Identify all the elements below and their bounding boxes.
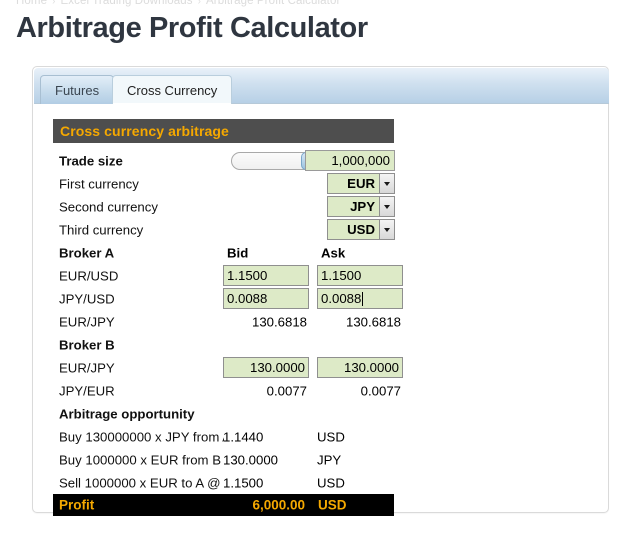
arbitrage-leg-3-label: Sell 1000000 x EUR to A @ — [59, 475, 221, 490]
page-title: Arbitrage Profit Calculator — [16, 12, 368, 44]
first-currency-label: First currency — [59, 176, 139, 191]
broker-a-eurjpy-bid-value: 130.6818 — [251, 314, 307, 329]
row-broker-a-header: Broker A Bid Ask — [53, 241, 394, 264]
arbitrage-leg-3-value: 1.1500 — [223, 475, 264, 490]
tab-futures[interactable]: Futures — [40, 75, 115, 104]
broker-a-eurusd-ask-value: 1.1500 — [321, 268, 362, 283]
broker-a-eurjpy-label: EUR/JPY — [59, 314, 115, 329]
row-arbitrage-leg-1: Buy 130000000 x JPY from A 1.1440 USD — [53, 425, 394, 448]
broker-b-eurjpy-ask-value: 130.0000 — [343, 360, 399, 375]
breadcrumb-separator-icon: › — [197, 0, 202, 7]
calculator-panel: Futures Cross Currency Cross currency ar… — [32, 66, 609, 516]
broker-a-eurusd-ask-input[interactable]: 1.1500 — [317, 265, 403, 286]
arbitrage-leg-2-value: 130.0000 — [223, 452, 279, 467]
broker-a-jpyusd-ask-input[interactable]: 0.0088 — [317, 288, 403, 309]
arbitrage-leg-3-currency: USD — [317, 475, 345, 490]
row-broker-b-jpyeur: JPY/EUR 0.0077 0.0077 — [53, 379, 401, 402]
arbitrage-leg-1-label: Buy 130000000 x JPY from A — [59, 429, 224, 444]
trade-size-value[interactable]: 1,000,000 — [305, 150, 395, 171]
trade-size-value-text: 1,000,000 — [331, 153, 390, 168]
tab-strip: Futures Cross Currency — [34, 68, 609, 104]
broker-a-eurusd-bid-value: 1.1500 — [227, 268, 268, 283]
profit-bar: Profit 6,000.00 USD — [53, 494, 394, 516]
broker-a-jpyusd-ask-value: 0.0088 — [321, 291, 362, 306]
row-arbitrage-leg-2: Buy 1000000 x EUR from B 130.0000 JPY — [53, 448, 394, 471]
first-currency-select[interactable]: EUR — [327, 173, 395, 194]
row-third-currency: Third currency USD — [53, 218, 395, 241]
row-arbitrage-leg-3: Sell 1000000 x EUR to A @ 1.1500 USD — [53, 471, 394, 494]
row-broker-a-jpyusd: JPY/USD 0.0088 0.0088 — [53, 287, 403, 310]
row-broker-b-header: Broker B — [53, 333, 394, 356]
broker-a-jpyusd-bid-input[interactable]: 0.0088 — [223, 288, 309, 309]
broker-b-title: Broker B — [59, 337, 115, 352]
breadcrumb-item-excel-trading-downloads[interactable]: Excel Trading Downloads — [61, 0, 193, 7]
broker-b-jpyeur-bid-value: 0.0077 — [266, 383, 307, 398]
row-broker-a-eurusd: EUR/USD 1.1500 1.1500 — [53, 264, 403, 287]
chevron-down-icon[interactable] — [379, 197, 394, 216]
arbitrage-leg-2-label: Buy 1000000 x EUR from B — [59, 452, 221, 467]
row-broker-a-eurjpy: EUR/JPY 130.6818 130.6818 — [53, 310, 401, 333]
row-first-currency: First currency EUR — [53, 172, 395, 195]
breadcrumb-separator-icon: › — [52, 0, 56, 7]
second-currency-select[interactable]: JPY — [327, 196, 395, 217]
broker-b-eurjpy-ask-input[interactable]: 130.0000 — [317, 357, 403, 378]
third-currency-label: Third currency — [59, 222, 144, 237]
tab-futures-label: Futures — [55, 82, 100, 98]
broker-b-eurjpy-label: EUR/JPY — [59, 360, 115, 375]
broker-b-jpyeur-ask-value: 0.0077 — [360, 383, 401, 398]
section-title-cross-currency-arbitrage: Cross currency arbitrage — [53, 119, 394, 143]
profit-label: Profit — [59, 497, 95, 513]
tab-cross-currency-label: Cross Currency — [127, 82, 218, 98]
second-currency-label: Second currency — [59, 199, 158, 214]
column-header-ask: Ask — [321, 245, 346, 260]
page-root: Home › Excel Trading Downloads › Arbitrage P… — [0, 0, 640, 543]
broker-a-jpyusd-bid-value: 0.0088 — [227, 291, 268, 306]
third-currency-select[interactable]: USD — [327, 219, 395, 240]
broker-b-eurjpy-bid-value: 130.0000 — [249, 360, 305, 375]
row-second-currency: Second currency JPY — [53, 195, 395, 218]
row-arbitrage-title: Arbitrage opportunity — [53, 402, 394, 425]
breadcrumb-item-home[interactable]: Home — [16, 0, 47, 7]
arbitrage-leg-1-currency: USD — [317, 429, 345, 444]
tab-cross-currency[interactable]: Cross Currency — [112, 75, 233, 104]
broker-b-eurjpy-bid-input[interactable]: 130.0000 — [223, 357, 309, 378]
row-broker-b-eurjpy: EUR/JPY 130.0000 130.0000 — [53, 356, 403, 379]
broker-a-eurjpy-ask-value: 130.6818 — [345, 314, 401, 329]
arbitrage-leg-2-currency: JPY — [317, 452, 342, 467]
profit-currency: USD — [318, 497, 347, 513]
chevron-down-icon[interactable] — [379, 174, 394, 193]
arbitrage-leg-1-value: 1.1440 — [223, 429, 264, 444]
text-cursor — [362, 291, 364, 306]
breadcrumb: Home › Excel Trading Downloads › Arbitrage P… — [16, 0, 340, 7]
chevron-down-icon[interactable] — [379, 220, 394, 239]
trade-size-label: Trade size — [59, 153, 123, 168]
broker-b-jpyeur-label: JPY/EUR — [59, 383, 115, 398]
broker-a-jpyusd-label: JPY/USD — [59, 291, 115, 306]
row-trade-size: Trade size 1,000,000 — [53, 149, 395, 172]
broker-a-eurusd-label: EUR/USD — [59, 268, 119, 283]
calculator-sheet: Cross currency arbitrage Trade size 1,00… — [53, 119, 593, 516]
broker-a-title: Broker A — [59, 245, 115, 260]
third-currency-value: USD — [347, 222, 375, 237]
column-header-bid: Bid — [227, 245, 249, 260]
breadcrumb-item-current: Arbitrage Profit Calculator — [206, 0, 341, 7]
profit-value: 6,000.00 — [252, 497, 305, 513]
first-currency-value: EUR — [347, 176, 375, 191]
second-currency-value: JPY — [350, 199, 375, 214]
arbitrage-opportunity-title: Arbitrage opportunity — [59, 406, 195, 421]
broker-a-eurusd-bid-input[interactable]: 1.1500 — [223, 265, 309, 286]
